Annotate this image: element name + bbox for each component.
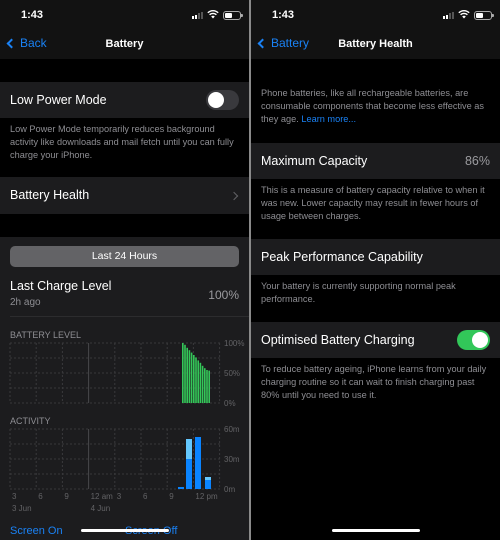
nav-bar: Back Battery (0, 30, 249, 59)
battery-icon (223, 11, 243, 20)
last-charge-time: 2h ago (10, 297, 41, 308)
low-power-mode-toggle[interactable] (206, 90, 239, 110)
battery-bar (190, 352, 193, 403)
x-tick-label: 9 (64, 492, 69, 501)
cellular-signal-icon (443, 12, 454, 19)
optimised-charging-footnote: To reduce battery ageing, iPhone learns … (261, 364, 487, 400)
legend-screen-on: Screen On (10, 525, 63, 537)
maximum-capacity-row: Maximum Capacity 86% (251, 143, 500, 179)
maximum-capacity-value: 86% (464, 154, 490, 168)
x-tick-label: 6 (38, 492, 43, 501)
status-time: 1:43 (272, 9, 295, 21)
screen-off-bar (205, 477, 211, 480)
nav-bar: Battery Battery Health (251, 30, 500, 59)
intro-text: Phone batteries, like all rechargeable b… (261, 87, 490, 126)
optimised-charging-row: Optimised Battery Charging (251, 322, 500, 358)
optimised-charging-label: Optimised Battery Charging (261, 333, 415, 347)
screen-on-bar (195, 437, 201, 489)
x-tick-label: 6 (143, 492, 148, 501)
y-tick-label: 50% (224, 369, 240, 378)
battery-health-label: Battery Health (10, 188, 90, 202)
peak-performance-footnote: Your battery is currently supporting nor… (261, 281, 456, 304)
x-date-label: 4 Jun (91, 504, 111, 513)
cellular-signal-icon (192, 12, 203, 19)
x-tick-label: 9 (169, 492, 174, 501)
y-tick-label: 0% (224, 399, 236, 408)
y-tick-label: 60m (224, 425, 240, 434)
low-power-mode-footnote: Low Power Mode temporarily reduces backg… (10, 124, 234, 160)
optimised-charging-toggle[interactable] (457, 330, 490, 350)
low-power-mode-row: Low Power Mode (0, 82, 249, 118)
maximum-capacity-label: Maximum Capacity (261, 154, 368, 168)
battery-bar (197, 360, 199, 403)
page-title: Battery (105, 38, 144, 50)
peak-performance-label: Peak Performance Capability (261, 250, 423, 264)
battery-health-row[interactable]: Battery Health (0, 177, 249, 214)
page-title: Battery Health (338, 38, 413, 50)
battery-bar (188, 350, 191, 403)
chevron-right-icon (229, 191, 239, 201)
peak-performance-row: Peak Performance Capability (251, 239, 500, 275)
last-charge-label: Last Charge Level (10, 279, 112, 293)
wifi-icon (458, 9, 470, 19)
screen-on-bar (178, 487, 184, 489)
activity-chart: 60m30m0m3 6 9 12 am 3 6 9 12 pm3 Jun 4 Jun (9, 425, 240, 513)
battery-bar (199, 362, 202, 403)
battery-bar (193, 355, 195, 403)
status-time: 1:43 (21, 9, 44, 21)
battery-icon (474, 11, 494, 20)
screen-off-bar (186, 439, 192, 459)
battery-level-chart: 100% 50% 0% (9, 339, 244, 408)
x-tick-label: 12 am (91, 492, 114, 501)
home-indicator[interactable] (80, 529, 169, 532)
status-bar: 1:43 (251, 0, 500, 30)
battery-bar (186, 347, 188, 403)
y-tick-label: 30m (224, 455, 240, 464)
battery-bar (201, 365, 204, 403)
battery-bar (206, 370, 208, 403)
screen-on-bar (205, 480, 211, 489)
home-indicator[interactable] (331, 529, 420, 532)
battery-screen: 1:43 Back Battery Low Power Mode Low Pow… (0, 0, 249, 540)
battery-bar (208, 370, 210, 403)
low-power-mode-label: Low Power Mode (10, 93, 107, 107)
x-tick-label: 3 (12, 492, 17, 501)
intro-body: Phone batteries, like all rechargeable b… (261, 88, 485, 124)
segment-last-24-hours[interactable]: Last 24 Hours (10, 246, 239, 267)
x-tick-label: 12 pm (195, 492, 218, 501)
y-tick-label: 0m (224, 485, 235, 494)
battery-bar (195, 357, 197, 403)
wifi-icon (207, 9, 219, 19)
y-tick-label: 100% (224, 339, 244, 348)
learn-more-link[interactable]: Learn more... (301, 114, 356, 124)
x-tick-label: 3 (117, 492, 122, 501)
battery-bar (184, 344, 186, 403)
maximum-capacity-footnote: This is a measure of battery capacity re… (261, 185, 485, 221)
separator (10, 316, 249, 317)
screen-on-bar (186, 459, 192, 489)
battery-health-screen: 1:43 Battery Battery Health Phone batter… (251, 0, 500, 540)
battery-bar (182, 343, 184, 403)
x-date-label: 3 Jun (12, 504, 32, 513)
last-charge-value: 100% (208, 288, 239, 302)
status-bar: 1:43 (0, 0, 249, 30)
battery-bar (204, 368, 206, 403)
